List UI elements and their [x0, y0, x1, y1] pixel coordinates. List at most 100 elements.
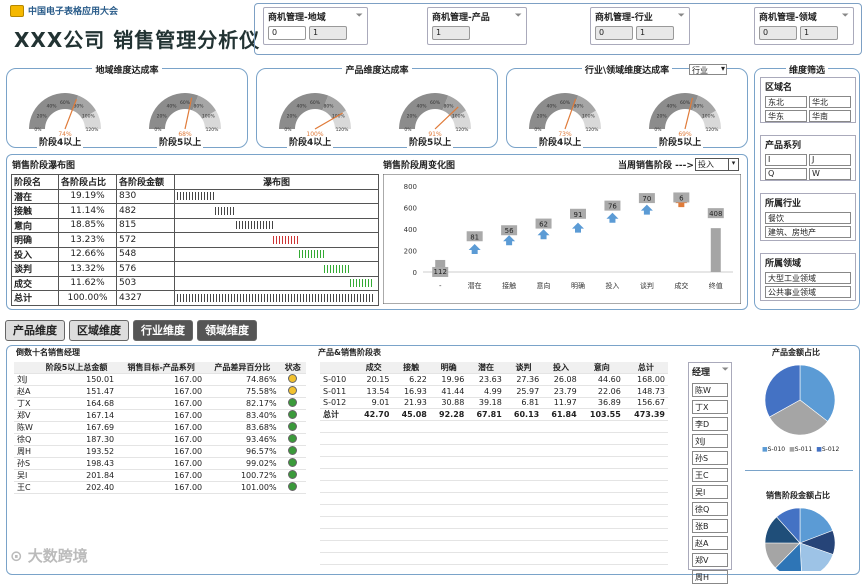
slicer-region[interactable]: 商机管理-地域 ⏷ 01 [263, 7, 368, 45]
table-row: 成交 11.62% 503 [11, 275, 379, 291]
table-cell: 148.73 [623, 385, 668, 398]
table-cell: 103.55 [579, 408, 624, 422]
status-dot [288, 398, 298, 408]
clear-filter-icon[interactable]: ⏷ [678, 11, 685, 21]
slicer-item[interactable]: Q [765, 168, 807, 180]
tab-domain[interactable]: 领域维度 [197, 320, 257, 341]
panel-title: 维度筛选 [785, 66, 828, 76]
slicer-item[interactable]: 0 [759, 26, 797, 40]
manager-slicer[interactable]: 经理 ⏷ 陈W 丁X 李D 刘J 孙S 王C 吴I 徐Q 张B 赵A 郑V 周H [688, 362, 732, 584]
y-tick: 600 [404, 205, 417, 213]
tab-product[interactable]: 产品维度 [5, 320, 65, 341]
slicer-product[interactable]: 商机管理-产品 ⏷ 1 [427, 7, 527, 45]
slicer-region-name[interactable]: 区域名 东北 华北 华东 华南 [760, 77, 856, 123]
slicer-item[interactable]: 吴I [692, 485, 728, 499]
clear-filter-icon[interactable]: ⏷ [722, 365, 729, 375]
slicer-item[interactable]: 华北 [809, 96, 851, 108]
slicer-item[interactable]: 1 [800, 26, 838, 40]
table-row: 赵A 151.47 167.00 75.58% [14, 385, 306, 399]
slicer-item[interactable]: 王C [692, 468, 728, 482]
gauge-chart: 0%20%40%60%80%100%120%68% [149, 92, 221, 137]
slicer-item[interactable]: 徐Q [692, 502, 728, 516]
ranking-table: 阶段5以上总金额 销售目标-产品系列 产品差异百分比 状态 刘J 150.01 16… [14, 362, 306, 495]
slicer-item[interactable]: W [809, 168, 851, 180]
slicer-item[interactable]: 公共事业领域 [765, 286, 851, 298]
col-header: 成交 [354, 362, 393, 375]
table-cell: 13.32% [58, 261, 117, 277]
slicer-industry[interactable]: 所属行业 餐饮 建筑、房地产 [760, 193, 856, 241]
col-header: 意向 [579, 362, 624, 375]
table-cell: 156.67 [623, 397, 668, 410]
gauge-panel-product: 产品维度达成率 0% 20% 40% 60% 80% 100% 120% 100% 0% 20%… [256, 66, 498, 148]
table-cell: 167.00 [117, 469, 206, 483]
gauge-label: 阶段4以上 [537, 138, 584, 148]
gauge-tick: 20% [407, 114, 418, 120]
slicer-item[interactable]: 餐饮 [765, 212, 851, 224]
data-label: 62 [539, 221, 548, 229]
clear-filter-icon[interactable]: ⏷ [515, 11, 522, 21]
slicer-item[interactable]: 大型工业领域 [765, 272, 851, 284]
slicer-item[interactable]: 丁X [692, 400, 728, 414]
legend-label: S-011 [794, 446, 813, 453]
slicer-industry[interactable]: 商机管理-行业 ⏷ 01 [590, 7, 690, 45]
clear-filter-icon[interactable]: ⏷ [842, 11, 849, 21]
table-cell: 167.00 [117, 433, 206, 447]
slicer-item[interactable]: 郑V [692, 553, 728, 567]
slicer-item[interactable]: 孙S [692, 451, 728, 465]
tab-region[interactable]: 区域维度 [69, 320, 129, 341]
table-cell: 39.18 [467, 397, 505, 410]
slicer-item[interactable]: J [809, 154, 851, 166]
table-cell: 11.14% [58, 203, 117, 219]
slicer-item[interactable]: 1 [432, 26, 470, 40]
col-header: 投入 [542, 362, 580, 375]
x-tick: 意向 [537, 281, 551, 290]
slicer-item[interactable]: 1 [636, 26, 674, 40]
table-cell: 83.68% [205, 421, 280, 435]
slicer-item[interactable]: 0 [268, 26, 306, 40]
slicer-item[interactable]: 东北 [765, 96, 807, 108]
slicer-item[interactable]: 0 [595, 26, 633, 40]
slicer-item[interactable]: 陈W [692, 383, 728, 397]
gauge-tick: 20% [157, 114, 168, 120]
gauge-tick: 80% [73, 104, 84, 110]
slicer-domain[interactable]: 商机管理-领域 ⏷ 01 [754, 7, 854, 45]
dimension-filter-panel: 维度筛选 区域名 东北 华北 华东 华南 产品系列 IJ QW 所属行业 餐饮 建筑… [754, 66, 860, 310]
stage-select[interactable]: 投入 ▾ [695, 158, 739, 171]
table-cell: 167.00 [117, 457, 206, 471]
slicer-domain[interactable]: 所属领域 大型工业领域 公共事业领域 [760, 253, 856, 301]
table-cell: S-010 [320, 373, 355, 386]
slicer-item[interactable]: 1 [309, 26, 347, 40]
slicer-item[interactable]: 刘J [692, 434, 728, 448]
table-cell: 187.30 [36, 433, 118, 447]
waterfall-bar [177, 192, 215, 201]
slicer-item[interactable]: 赵A [692, 536, 728, 550]
dimension-select[interactable]: 行业 ▾ [689, 64, 727, 75]
slicer-product-series[interactable]: 产品系列 IJ QW [760, 135, 856, 181]
table-cell: 总计 [320, 408, 355, 422]
waterfall-bar-cell [174, 261, 379, 277]
table-cell: 明确 [11, 232, 59, 248]
table-cell: 意向 [11, 217, 59, 233]
slicer-item[interactable]: 李D [692, 417, 728, 431]
gauge-tick: 40% [546, 104, 557, 110]
slicer-item[interactable]: I [765, 154, 807, 166]
table-cell: 6.81 [504, 397, 543, 410]
gauge-tick: 40% [416, 104, 427, 110]
table-cell: 4.99 [467, 385, 505, 398]
gauge-tick: 0% [154, 127, 162, 133]
slicer-label: 商机管理-地域 [268, 13, 326, 23]
table-cell: 23.79 [542, 385, 580, 398]
table-cell: 赵A [14, 385, 36, 399]
slicer-item[interactable]: 建筑、房地产 [765, 226, 851, 238]
table-cell: 60.13 [504, 408, 543, 422]
slicer-item[interactable]: 华东 [765, 110, 807, 122]
slicer-item[interactable]: 张B [692, 519, 728, 533]
clear-filter-icon[interactable]: ⏷ [356, 11, 363, 21]
divider [745, 470, 853, 471]
dimension-select-value: 行业 [692, 66, 708, 75]
tab-industry[interactable]: 行业维度 [133, 320, 193, 341]
gauge-tick: 80% [193, 104, 204, 110]
slicer-item[interactable]: 华南 [809, 110, 851, 122]
slicer-item[interactable]: 周H [692, 570, 728, 584]
table-cell: 99.02% [205, 457, 280, 471]
